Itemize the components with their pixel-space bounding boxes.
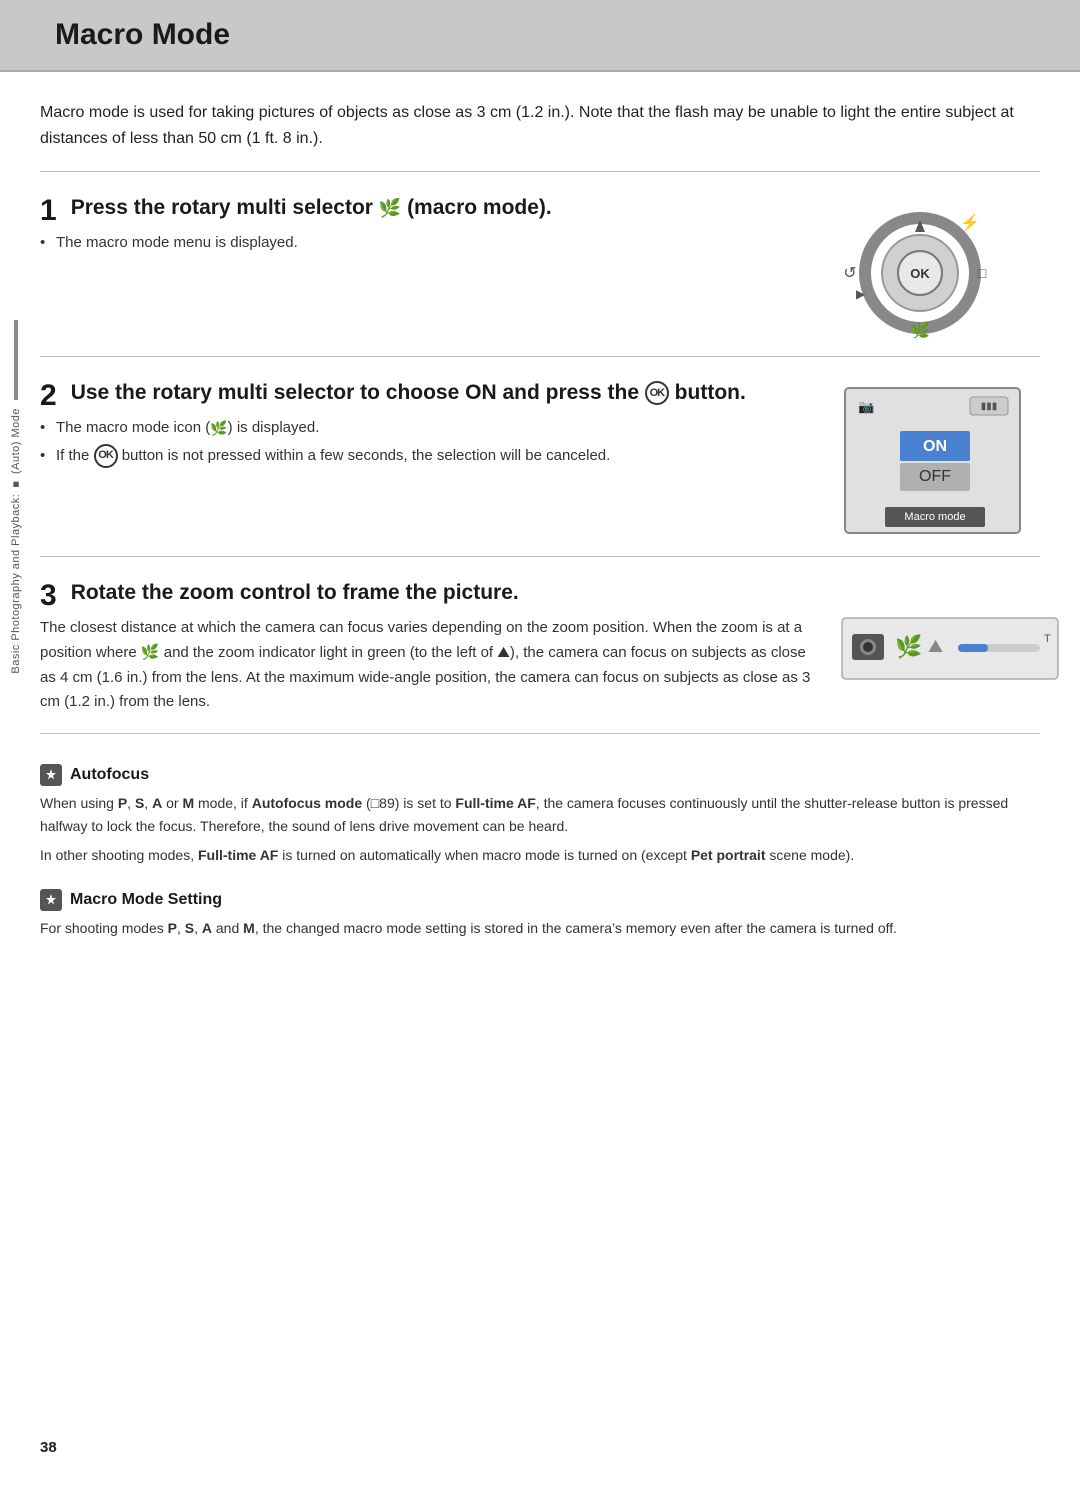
page-number: 38: [40, 1439, 57, 1456]
svg-text:ON: ON: [923, 438, 947, 455]
step-1-svg: OK 🌿 ↺ ▶ ⚡ □: [840, 198, 1000, 338]
step-2-left: 2 Use the rotary multi selector to choos…: [40, 379, 820, 538]
intro-text: Macro mode is used for taking pictures o…: [40, 72, 1040, 172]
svg-text:⛰: ⛰: [928, 636, 943, 656]
side-tab: Basic Photography and Playback: ■ (Auto)…: [0, 300, 32, 1486]
svg-text:Macro mode: Macro mode: [904, 511, 965, 523]
step-2-number: 2: [40, 379, 63, 412]
svg-text:↺: ↺: [843, 265, 856, 282]
note-macro-setting-icon: [40, 889, 62, 911]
step-1-left: 1 Press the rotary multi selector 🌿 (mac…: [40, 194, 820, 338]
step-1-bullet-1: The macro mode menu is displayed.: [40, 231, 820, 255]
step-3-heading: Rotate the zoom control to frame the pic…: [71, 579, 820, 606]
note-macro-setting-heading: Macro Mode Setting: [70, 891, 222, 909]
note-macro-setting: Macro Mode Setting For shooting modes P,…: [40, 889, 1040, 940]
step-3-left: 3 Rotate the zoom control to frame the p…: [40, 579, 820, 715]
note-autofocus-text2: In other shooting modes, Full-time AF is…: [40, 844, 1040, 867]
title-bar: Macro Mode: [0, 0, 1080, 72]
svg-text:OK: OK: [910, 266, 930, 281]
note-autofocus-text: When using P, S, A or M mode, if Autofoc…: [40, 792, 1040, 838]
svg-text:T: T: [1044, 633, 1051, 645]
step-3-svg: 🌿 ⛰ T: [840, 616, 1060, 681]
notes-section: Autofocus When using P, S, A or M mode, …: [40, 734, 1040, 982]
step-1-image: OK 🌿 ↺ ▶ ⚡ □: [840, 194, 1040, 338]
step-1-heading: Press the rotary multi selector 🌿 (macro…: [71, 194, 820, 221]
svg-text:📷: 📷: [858, 399, 874, 414]
note-autofocus-heading-row: Autofocus: [40, 764, 1040, 786]
note-macro-setting-heading-row: Macro Mode Setting: [40, 889, 1040, 911]
svg-text:OFF: OFF: [919, 468, 951, 485]
main-content: Macro Mode Macro mode is used for taking…: [40, 0, 1040, 1486]
svg-text:▮▮▮: ▮▮▮: [981, 401, 998, 412]
step-1-bullets: The macro mode menu is displayed.: [40, 231, 820, 255]
svg-text:▶: ▶: [856, 287, 866, 301]
step-2: 2 Use the rotary multi selector to choos…: [40, 357, 1040, 557]
note-macro-setting-text: For shooting modes P, S, A and M, the ch…: [40, 917, 1040, 940]
step-2-bullet-2: If the OK button is not pressed within a…: [40, 444, 820, 468]
step-1-number: 1: [40, 194, 63, 227]
step-3: 3 Rotate the zoom control to frame the p…: [40, 557, 1040, 734]
step-1: 1 Press the rotary multi selector 🌿 (mac…: [40, 172, 1040, 357]
step-3-number: 3: [40, 579, 63, 612]
step-2-image: 📷 ▮▮▮ ON OFF Macro mode: [840, 379, 1040, 538]
note-autofocus-heading: Autofocus: [70, 766, 149, 784]
step-2-svg: 📷 ▮▮▮ ON OFF Macro mode: [840, 383, 1025, 538]
svg-text:⚡: ⚡: [960, 213, 980, 232]
svg-text:□: □: [978, 265, 987, 281]
side-tab-label: Basic Photography and Playback: ■ (Auto)…: [10, 408, 22, 674]
note-autofocus: Autofocus When using P, S, A or M mode, …: [40, 764, 1040, 867]
page: Basic Photography and Playback: ■ (Auto)…: [0, 0, 1080, 1486]
side-tab-bar: [14, 320, 18, 400]
step-3-text: The closest distance at which the camera…: [40, 616, 820, 715]
svg-text:🌿: 🌿: [895, 634, 922, 659]
step-2-bullet-1: The macro mode icon (🌿) is displayed.: [40, 416, 820, 440]
svg-text:🌿: 🌿: [910, 321, 930, 338]
note-autofocus-icon: [40, 764, 62, 786]
step-3-image: 🌿 ⛰ T: [840, 579, 1040, 715]
step-2-heading: Use the rotary multi selector to choose …: [71, 379, 820, 406]
page-title: Macro Mode: [55, 18, 230, 51]
step-2-bullets: The macro mode icon (🌿) is displayed. If…: [40, 416, 820, 468]
